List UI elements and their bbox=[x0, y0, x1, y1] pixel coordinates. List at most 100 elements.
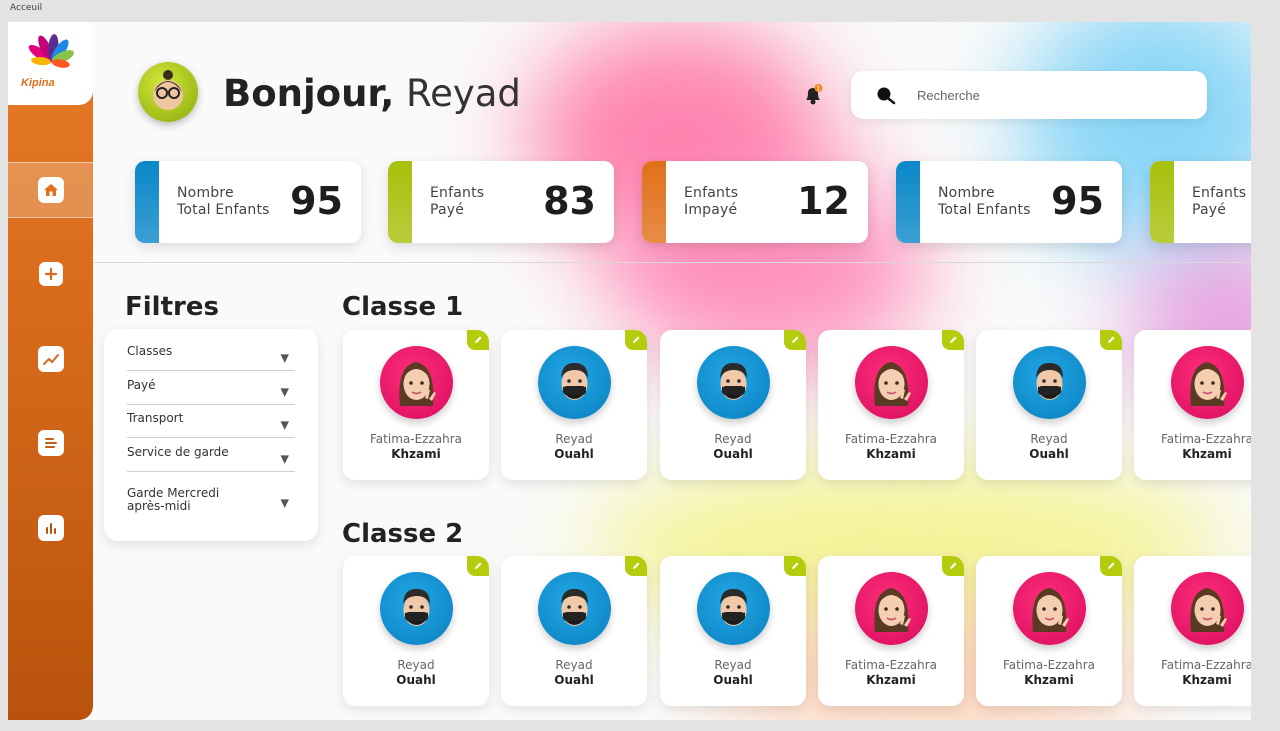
boy-avatar bbox=[697, 572, 770, 645]
child-card[interactable]: Fatima-Ezzahra Khzami bbox=[1134, 330, 1251, 480]
child-first-name: Fatima-Ezzahra bbox=[845, 658, 937, 672]
girl-avatar bbox=[380, 346, 453, 419]
filters-title: Filtres bbox=[125, 292, 219, 322]
pencil-icon bbox=[792, 562, 799, 569]
child-first-name: Fatima-Ezzahra bbox=[1161, 432, 1251, 446]
edit-button[interactable] bbox=[942, 330, 964, 350]
filter-label: Payé bbox=[127, 378, 156, 392]
child-last-name: Ouahl bbox=[554, 447, 594, 461]
home-icon bbox=[37, 177, 64, 203]
pencil-icon bbox=[950, 562, 957, 569]
edit-button[interactable] bbox=[625, 330, 647, 350]
child-card[interactable]: Reyad Ouahl bbox=[501, 556, 647, 706]
nav-item-statistics[interactable] bbox=[8, 331, 93, 387]
edit-button[interactable] bbox=[1100, 330, 1122, 350]
user-name: Reyad bbox=[406, 72, 521, 115]
filter-service-de-garde[interactable]: Service de garde ▼ bbox=[127, 446, 295, 472]
child-card[interactable]: Reyad Ouahl bbox=[501, 330, 647, 480]
filter-transport[interactable]: Transport ▼ bbox=[127, 412, 295, 438]
filter-label: Transport bbox=[127, 411, 184, 425]
child-first-name: Reyad bbox=[397, 658, 435, 672]
child-card[interactable]: Fatima-Ezzahra Khzami bbox=[818, 556, 964, 706]
stat-card[interactable]: Enfants Payé bbox=[1150, 161, 1251, 243]
filter-label: Classes bbox=[127, 344, 173, 358]
filter-classes[interactable]: Classes ▼ bbox=[127, 345, 295, 371]
child-card[interactable]: Reyad Ouahl bbox=[343, 556, 489, 706]
stat-label: Enfants Payé bbox=[430, 185, 485, 218]
bell-icon: 1 bbox=[806, 84, 823, 105]
pencil-icon bbox=[1108, 336, 1115, 343]
filter-label: Service de garde bbox=[127, 445, 229, 459]
child-first-name: Fatima-Ezzahra bbox=[1003, 658, 1095, 672]
boy-avatar bbox=[380, 572, 453, 645]
filter-label: Garde Mercredi après-midi bbox=[127, 486, 220, 513]
notification-badge: 1 bbox=[817, 86, 821, 93]
child-card[interactable]: Reyad Ouahl bbox=[660, 330, 806, 480]
child-card[interactable]: Fatima-Ezzahra Khzami bbox=[343, 330, 489, 480]
stat-label: Nombre Total Enfants bbox=[177, 185, 270, 218]
edit-button[interactable] bbox=[784, 556, 806, 576]
bar-chart-icon bbox=[37, 515, 64, 541]
stat-card[interactable]: Enfants Impayé 12 bbox=[642, 161, 868, 243]
nav-item-add[interactable] bbox=[8, 246, 93, 302]
pencil-icon bbox=[1108, 562, 1115, 569]
stat-card[interactable]: Nombre Total Enfants 95 bbox=[896, 161, 1122, 243]
notification-button[interactable]: 1 bbox=[803, 84, 823, 106]
dropdown-arrow-icon: ▼ bbox=[280, 418, 289, 431]
filter-garde-mercredi[interactable]: Garde Mercredi après-midi ▼ bbox=[127, 487, 295, 519]
stat-color-strip bbox=[1150, 161, 1174, 243]
child-card[interactable]: Reyad Ouahl bbox=[976, 330, 1122, 480]
edit-button[interactable] bbox=[625, 556, 647, 576]
nav-item-list[interactable] bbox=[8, 415, 93, 471]
stat-value: 12 bbox=[797, 179, 850, 223]
stat-label: Enfants Impayé bbox=[684, 185, 739, 218]
girl-avatar bbox=[855, 572, 928, 645]
pencil-icon bbox=[792, 336, 799, 343]
logo[interactable]: Kipina bbox=[8, 22, 93, 105]
user-avatar[interactable] bbox=[138, 62, 198, 122]
nav-item-reports[interactable] bbox=[8, 500, 93, 556]
nav-item-home[interactable] bbox=[8, 162, 93, 218]
child-first-name: Reyad bbox=[714, 658, 752, 672]
sidebar: Kipina bbox=[8, 22, 93, 720]
child-card[interactable]: Reyad Ouahl bbox=[660, 556, 806, 706]
search-input[interactable] bbox=[917, 85, 1187, 105]
edit-button[interactable] bbox=[1100, 556, 1122, 576]
child-first-name: Reyad bbox=[714, 432, 752, 446]
stat-card[interactable]: Nombre Total Enfants 95 bbox=[135, 161, 361, 243]
child-first-name: Fatima-Ezzahra bbox=[845, 432, 937, 446]
boy-avatar bbox=[538, 346, 611, 419]
dropdown-arrow-icon: ▼ bbox=[280, 496, 289, 510]
child-last-name: Khzami bbox=[391, 447, 441, 461]
stat-card[interactable]: Enfants Payé 83 bbox=[388, 161, 614, 243]
search-bar[interactable] bbox=[851, 71, 1207, 119]
filter-paye[interactable]: Payé ▼ bbox=[127, 379, 295, 405]
child-last-name: Khzami bbox=[866, 673, 916, 687]
pencil-icon bbox=[950, 336, 957, 343]
stat-color-strip bbox=[388, 161, 412, 243]
logo-text: Kipina bbox=[21, 77, 55, 89]
dropdown-arrow-icon: ▼ bbox=[280, 385, 289, 398]
child-first-name: Reyad bbox=[1030, 432, 1068, 446]
child-last-name: Khzami bbox=[1182, 673, 1232, 687]
child-last-name: Khzami bbox=[1024, 673, 1074, 687]
child-last-name: Ouahl bbox=[713, 673, 753, 687]
stat-label: Nombre Total Enfants bbox=[938, 185, 1031, 218]
edit-button[interactable] bbox=[784, 330, 806, 350]
greeting: Bonjour, Reyad bbox=[223, 72, 521, 115]
edit-button[interactable] bbox=[942, 556, 964, 576]
class-title: Classe 1 bbox=[342, 292, 464, 322]
edit-button[interactable] bbox=[467, 330, 489, 350]
stat-color-strip bbox=[642, 161, 666, 243]
stat-value: 95 bbox=[290, 179, 343, 223]
child-last-name: Ouahl bbox=[713, 447, 753, 461]
app-canvas: Kipina Bonjour, Reyad 1 Recherche Nombre… bbox=[8, 22, 1251, 720]
edit-button[interactable] bbox=[467, 556, 489, 576]
child-first-name: Fatima-Ezzahra bbox=[370, 432, 462, 446]
logo-icon bbox=[28, 34, 74, 68]
child-card[interactable]: Fatima-Ezzahra Khzami bbox=[818, 330, 964, 480]
child-card[interactable]: Fatima-Ezzahra Khzami bbox=[976, 556, 1122, 706]
pencil-icon bbox=[633, 562, 640, 569]
add-icon bbox=[38, 262, 63, 286]
child-card[interactable]: Fatima-Ezzahra Khzami bbox=[1134, 556, 1251, 706]
